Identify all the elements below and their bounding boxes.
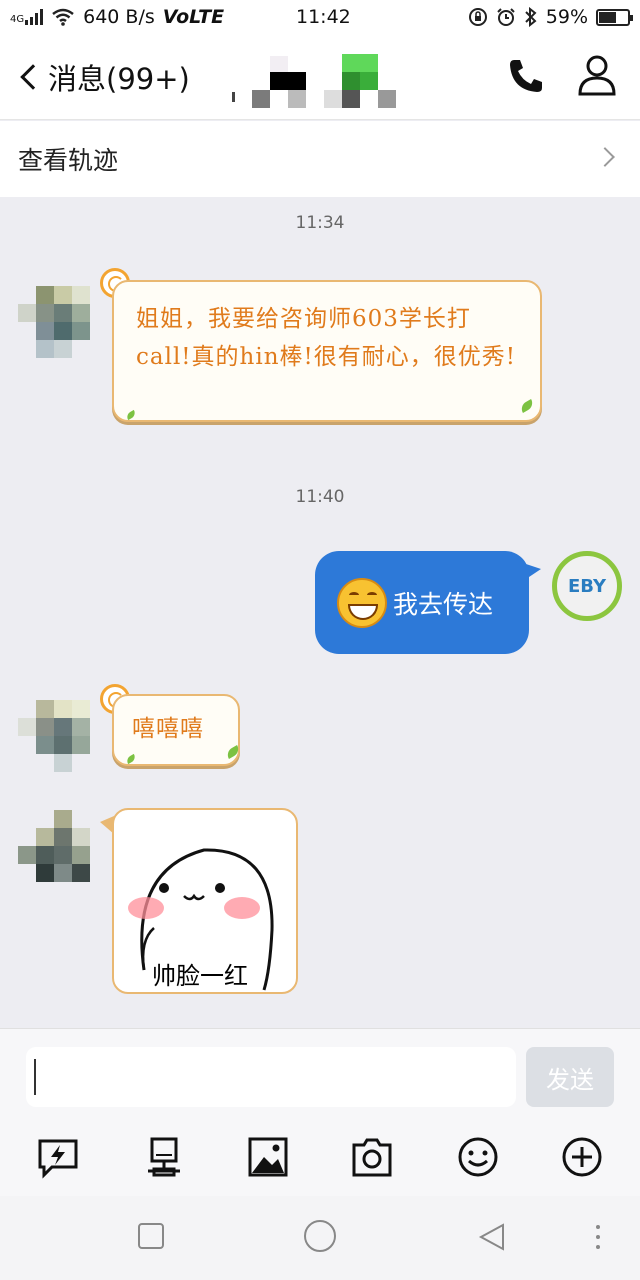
image-icon[interactable] (246, 1135, 290, 1179)
message-text: 姐姐，我要给咨询师603学长打call!真的hin棒!很有耐心，很优秀! (136, 306, 517, 370)
flash-photo-icon[interactable] (36, 1135, 80, 1179)
bluetooth-icon (525, 7, 537, 27)
status-right: 59% (468, 6, 633, 28)
network-speed: 640 B/s (83, 6, 155, 28)
send-button[interactable]: 发送 (526, 1047, 614, 1107)
phone-icon[interactable] (506, 56, 546, 96)
back-button[interactable]: 消息(99+) (18, 56, 190, 98)
contact-avatar[interactable] (18, 286, 98, 386)
alarm-icon (497, 8, 515, 26)
message-text: 嘻嘻嘻 (132, 716, 204, 742)
grin-emoji-icon (337, 577, 387, 628)
sticker-message[interactable]: 帅脸一红 (112, 808, 298, 994)
chevron-right-icon (595, 147, 615, 167)
back-label: 消息(99+) (48, 62, 190, 96)
home-icon[interactable] (302, 1218, 338, 1254)
contact-avatar[interactable] (18, 810, 98, 910)
battery-percent: 59% (545, 6, 588, 28)
smiley-icon[interactable] (456, 1135, 500, 1179)
plus-circle-icon[interactable] (560, 1135, 604, 1179)
chat-header: 消息(99+) (0, 34, 640, 120)
camera-icon[interactable] (350, 1135, 394, 1179)
view-track-label: 查看轨迹 (18, 146, 119, 175)
person-icon[interactable] (576, 54, 618, 96)
timestamp: 11:40 (295, 487, 345, 507)
back-triangle-icon[interactable] (477, 1222, 507, 1252)
composer: 发送 (0, 1028, 640, 1196)
more-icon[interactable] (594, 1224, 602, 1250)
message-text: 我去传达 (393, 589, 494, 619)
contact-name-pixelated (228, 50, 424, 110)
sticker-caption: 帅脸一红 (150, 956, 250, 991)
chevron-left-icon (20, 64, 46, 90)
clock: 11:42 (296, 6, 351, 28)
signal-icon: 4G (10, 9, 44, 25)
leaf-icon (125, 409, 137, 421)
rotation-lock-icon (468, 8, 487, 26)
status-left: 4G 640 B/s VoLTE (10, 6, 224, 28)
leaf-icon (518, 399, 536, 413)
wifi-icon (52, 8, 74, 26)
battery-icon (596, 8, 633, 26)
composer-toolbar (0, 1135, 640, 1185)
my-avatar[interactable]: EBY (552, 551, 622, 621)
system-nav-bar (0, 1196, 640, 1280)
incoming-message-bubble[interactable]: 姐姐，我要给咨询师603学长打call!真的hin棒!很有耐心，很优秀! (112, 280, 542, 422)
message-input[interactable] (26, 1047, 516, 1107)
contact-avatar[interactable] (18, 700, 98, 800)
volte-label: VoLTE (162, 6, 225, 28)
recent-apps-icon[interactable] (137, 1222, 165, 1250)
battery-fill (599, 11, 616, 23)
avatar-logo-text: EBY (567, 575, 607, 597)
text-cursor (34, 1059, 36, 1095)
outgoing-message-bubble[interactable]: 我去传达 (315, 551, 541, 654)
timestamp: 11:34 (295, 213, 345, 233)
computer-icon[interactable] (142, 1135, 186, 1179)
incoming-message-bubble[interactable]: 嘻嘻嘻 (112, 694, 242, 766)
network-type: 4G (10, 14, 25, 25)
status-bar: 4G 640 B/s VoLTE 11:42 59% (0, 0, 640, 34)
view-track-row[interactable]: 查看轨迹 (0, 121, 640, 197)
